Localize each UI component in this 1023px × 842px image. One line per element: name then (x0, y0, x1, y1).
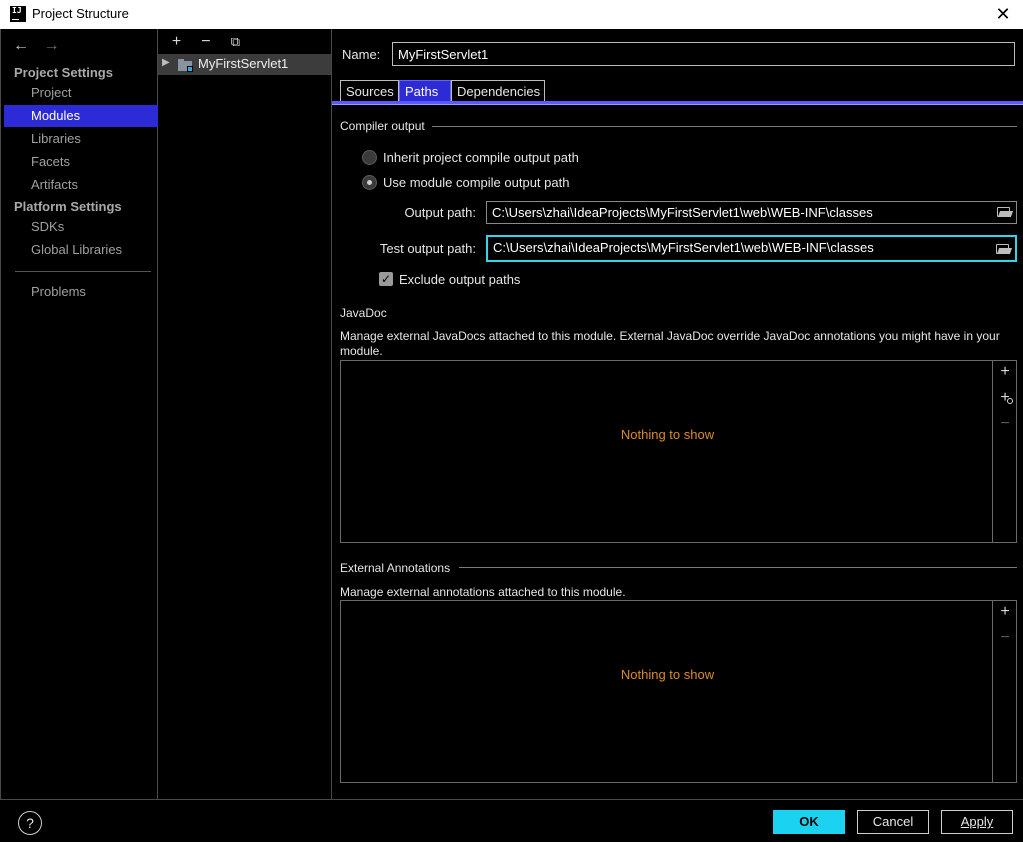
annotations-toolbar: + − (992, 601, 1016, 782)
add-javadoc-icon[interactable]: + (993, 363, 1017, 381)
browse-folder-icon[interactable] (997, 207, 1014, 218)
module-name: MyFirstServlet1 (198, 56, 289, 71)
output-path-field[interactable]: C:\Users\zhai\IdeaProjects\MyFirstServle… (486, 201, 1017, 224)
platform-settings-header: Platform Settings (14, 199, 122, 214)
window-title: Project Structure (32, 6, 129, 21)
tab-paths[interactable]: Paths (399, 80, 451, 102)
help-button[interactable]: ? (18, 811, 42, 835)
module-output-label[interactable]: Use module compile output path (383, 175, 569, 190)
apply-label: Apply (960, 814, 994, 829)
tree-node-module[interactable]: ▶ MyFirstServlet1 (158, 54, 331, 75)
javadoc-empty-text: Nothing to show (620, 427, 715, 442)
module-output-radio[interactable] (362, 175, 377, 190)
ok-button[interactable]: OK (773, 810, 845, 834)
output-path-label: Output path: (404, 205, 476, 220)
inherit-output-label[interactable]: Inherit project compile output path (383, 150, 579, 165)
javadoc-description: Manage external JavaDocs attached to thi… (340, 329, 1000, 358)
title-bar: IJ Project Structure ✕ (0, 0, 1023, 29)
sidebar-item-project[interactable]: Project (4, 82, 158, 104)
add-javadoc-url-icon[interactable]: + (993, 389, 1017, 407)
exclude-output-checkbox[interactable]: ✓ (379, 272, 393, 286)
sidebar-item-libraries[interactable]: Libraries (4, 128, 158, 150)
javadoc-list[interactable]: Nothing to show + + − (340, 360, 1017, 543)
nav-history: ← → (13, 37, 69, 55)
project-settings-header: Project Settings (14, 65, 113, 80)
sidebar-item-modules[interactable]: Modules (4, 105, 158, 127)
sidebar-item-facets[interactable]: Facets (4, 151, 158, 173)
tab-underline-highlight (332, 104, 1023, 105)
footer-divider (0, 799, 1023, 800)
add-module-icon[interactable]: + (164, 33, 189, 51)
compiler-output-divider (432, 126, 1017, 127)
tree-toolbar: + − ⧉ (164, 33, 248, 51)
exclude-output-label[interactable]: Exclude output paths (399, 272, 520, 287)
sidebar-divider (15, 271, 151, 272)
test-output-path-value: C:\Users\zhai\IdeaProjects\MyFirstServle… (493, 240, 874, 255)
browse-folder-icon[interactable] (996, 244, 1013, 255)
remove-annotation-icon[interactable]: − (993, 629, 1017, 647)
module-tree-panel: + − ⧉ ▶ MyFirstServlet1 (158, 29, 332, 800)
module-settings-panel: Name: Sources Paths Dependencies Compile… (332, 29, 1023, 800)
sidebar-item-global-libraries[interactable]: Global Libraries (4, 239, 158, 261)
cancel-button[interactable]: Cancel (857, 810, 929, 834)
add-annotation-icon[interactable]: + (993, 603, 1017, 621)
external-annotations-list[interactable]: Nothing to show + − (340, 600, 1017, 783)
copy-module-icon[interactable]: ⧉ (223, 34, 248, 50)
output-path-value: C:\Users\zhai\IdeaProjects\MyFirstServle… (492, 205, 873, 220)
compiler-output-title: Compiler output (340, 119, 425, 133)
forward-arrow-icon[interactable]: → (43, 37, 69, 55)
javadoc-title: JavaDoc (340, 306, 387, 320)
test-output-path-label: Test output path: (379, 241, 476, 256)
tab-sources[interactable]: Sources (340, 80, 399, 102)
annotations-empty-text: Nothing to show (620, 667, 715, 682)
module-name-input[interactable] (392, 42, 1015, 66)
name-label: Name: (342, 47, 381, 62)
external-annotations-divider (459, 567, 1017, 568)
apply-button[interactable]: Apply (941, 810, 1013, 834)
sidebar-item-artifacts[interactable]: Artifacts (4, 174, 158, 196)
tab-dependencies[interactable]: Dependencies (451, 80, 545, 102)
settings-sidebar: ← → Project Settings Project Modules Lib… (0, 29, 158, 800)
remove-javadoc-icon[interactable]: − (993, 415, 1017, 433)
sidebar-item-problems[interactable]: Problems (4, 281, 158, 303)
expand-arrow-icon[interactable]: ▶ (162, 57, 170, 68)
close-button[interactable]: ✕ (991, 3, 1015, 25)
module-folder-icon (178, 59, 194, 72)
sidebar-item-sdks[interactable]: SDKs (4, 216, 158, 238)
javadoc-toolbar: + + − (992, 361, 1016, 542)
back-arrow-icon[interactable]: ← (13, 37, 39, 55)
external-annotations-description: Manage external annotations attached to … (340, 585, 626, 599)
external-annotations-title: External Annotations (340, 561, 451, 575)
test-output-path-field[interactable]: C:\Users\zhai\IdeaProjects\MyFirstServle… (486, 235, 1017, 262)
remove-module-icon[interactable]: − (193, 33, 218, 51)
intellij-logo-icon: IJ (10, 6, 26, 22)
inherit-output-radio[interactable] (362, 150, 377, 165)
